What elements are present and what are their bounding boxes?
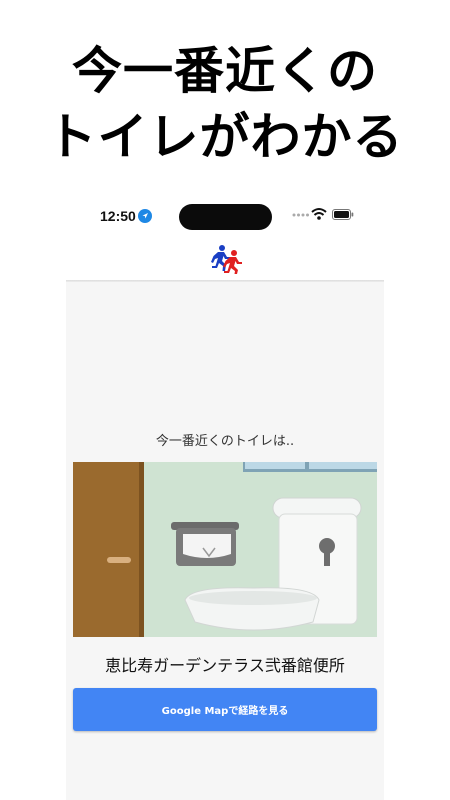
main-content: 今一番近くのトイレは.. 恵比寿ガーデンテラス弐番館便所 Google Mapで… [66, 282, 384, 800]
nearest-toilet-lead: 今一番近くのトイレは.. [155, 434, 295, 449]
google-map-route-button[interactable]: Google Mapで経路を見る [73, 688, 377, 731]
wifi-icon [311, 208, 327, 220]
promo-headline: 今一番近くの トイレがわかる [0, 38, 450, 170]
app-bar [66, 236, 384, 280]
promo-headline-line1: 今一番近くの [72, 42, 378, 100]
promo-headline-line2: トイレがわかる [46, 108, 404, 166]
battery-icon [332, 209, 354, 220]
status-time: 12:50 [100, 208, 136, 224]
signal-dots-icon [292, 213, 309, 217]
restroom-toilet-illustration [73, 462, 377, 637]
location-arrow-icon [138, 209, 152, 223]
nearest-toilet-name: 恵比寿ガーデンテラス弐番館便所 [105, 656, 345, 675]
running-figures-logo-icon [211, 245, 242, 274]
dynamic-island [179, 204, 272, 230]
status-bar: 12:50 [66, 202, 384, 232]
